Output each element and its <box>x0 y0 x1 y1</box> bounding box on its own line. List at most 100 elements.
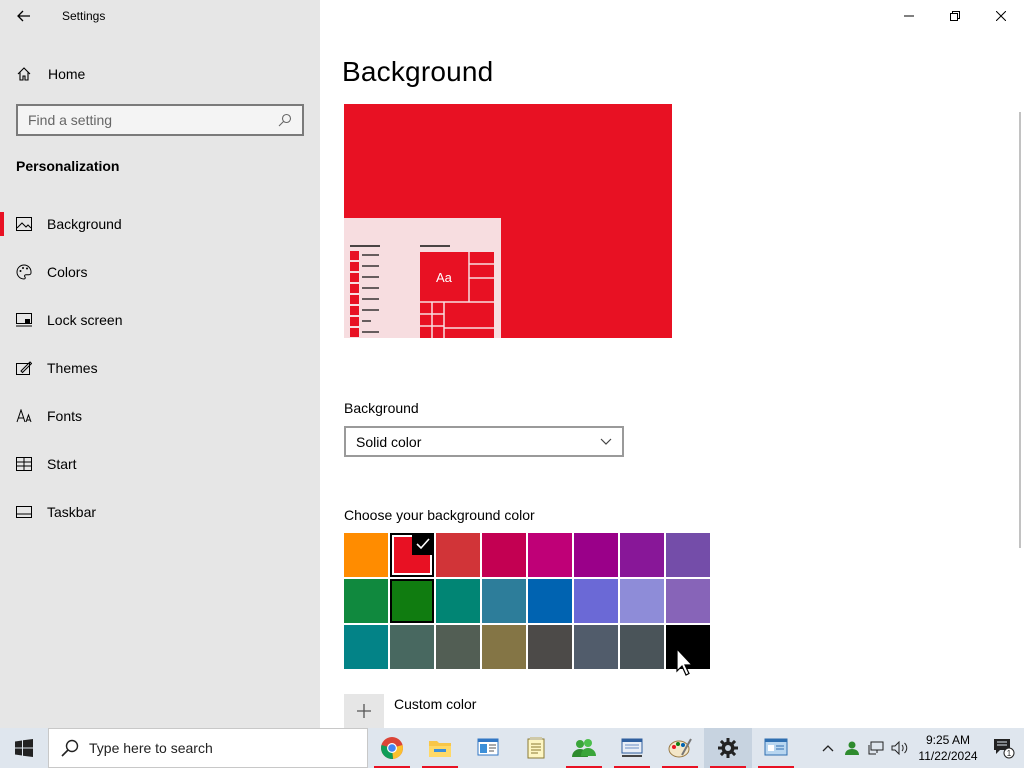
system-window-icon <box>764 738 788 756</box>
back-arrow-icon <box>17 10 30 22</box>
clock[interactable]: 9:25 AM 11/22/2024 <box>912 732 984 764</box>
network-icon <box>868 741 884 755</box>
preview-tile-text: Aa <box>436 270 453 285</box>
active-indicator <box>0 212 4 236</box>
sidebar-item-themes[interactable]: Themes <box>0 344 320 392</box>
volume-icon <box>891 741 908 755</box>
fonts-icon <box>0 409 47 423</box>
color-swatch[interactable] <box>390 579 434 623</box>
color-swatch[interactable] <box>344 579 388 623</box>
color-swatch[interactable] <box>666 533 710 577</box>
picture-icon <box>0 217 47 231</box>
find-setting-placeholder: Find a setting <box>28 112 113 128</box>
minimize-button[interactable] <box>886 0 932 32</box>
themes-icon <box>0 361 47 375</box>
color-swatch[interactable] <box>574 625 618 669</box>
color-swatch[interactable] <box>620 579 664 623</box>
sidebar-item-label: Fonts <box>47 408 83 424</box>
taskbar-app-notepad[interactable] <box>512 728 560 768</box>
sidebar-item-fonts[interactable]: Fonts <box>0 392 320 440</box>
sidebar-item-background[interactable]: Background <box>0 200 320 248</box>
taskbar-app-users[interactable] <box>560 728 608 768</box>
lock-screen-icon <box>0 313 47 327</box>
sidebar: Settings Home Find a setting Personaliza… <box>0 0 320 728</box>
close-icon <box>996 11 1006 21</box>
taskbar-search-placeholder: Type here to search <box>89 740 213 756</box>
clock-date: 11/22/2024 <box>918 749 978 763</box>
color-swatch[interactable] <box>574 533 618 577</box>
chevron-down-icon <box>600 438 612 445</box>
find-setting-input[interactable]: Find a setting <box>16 104 304 136</box>
taskbar-search-box[interactable]: Type here to search <box>48 728 368 768</box>
taskbar-app-system-window[interactable] <box>752 728 800 768</box>
color-swatch[interactable] <box>528 533 572 577</box>
taskbar-app-control-panel[interactable] <box>464 728 512 768</box>
restore-icon <box>950 11 960 21</box>
color-swatch[interactable] <box>344 625 388 669</box>
taskbar-app-paint[interactable] <box>656 728 704 768</box>
start-button[interactable] <box>0 728 48 768</box>
notepad-icon <box>527 737 545 759</box>
scrollbar[interactable] <box>1019 112 1021 548</box>
sidebar-item-taskbar[interactable]: Taskbar <box>0 488 320 536</box>
color-swatch[interactable] <box>574 579 618 623</box>
background-dropdown-label: Background <box>344 400 419 416</box>
tray-user-button[interactable] <box>840 728 864 768</box>
notification-icon: 1 <box>994 739 1015 759</box>
taskbar-app-settings[interactable] <box>704 728 752 768</box>
search-icon <box>61 739 79 757</box>
color-swatch[interactable] <box>436 533 480 577</box>
color-swatch[interactable] <box>436 579 480 623</box>
taskbar-app-network-window[interactable] <box>608 728 656 768</box>
color-swatch[interactable] <box>344 533 388 577</box>
taskbar-app-chrome[interactable] <box>368 728 416 768</box>
color-swatch[interactable] <box>620 625 664 669</box>
file-explorer-icon <box>429 741 451 757</box>
network-button[interactable] <box>864 728 888 768</box>
color-swatch[interactable] <box>528 625 572 669</box>
taskbar: Type here to search 9:25 AM 11/22/2024 1 <box>0 728 1024 768</box>
custom-color-button[interactable]: Custom color <box>344 694 476 728</box>
dropdown-value: Solid color <box>356 433 422 450</box>
section-heading: Personalization <box>16 158 120 174</box>
color-swatch[interactable] <box>436 625 480 669</box>
home-label: Home <box>48 66 86 82</box>
background-type-dropdown[interactable]: Solid color <box>344 426 624 457</box>
color-swatch[interactable] <box>482 579 526 623</box>
back-button[interactable] <box>10 4 38 28</box>
color-swatch[interactable] <box>390 533 434 577</box>
custom-color-label: Custom color <box>394 696 477 712</box>
sidebar-item-start[interactable]: Start <box>0 440 320 488</box>
volume-button[interactable] <box>888 728 912 768</box>
color-swatch[interactable] <box>620 533 664 577</box>
chrome-icon <box>381 737 403 760</box>
color-swatch[interactable] <box>482 533 526 577</box>
home-link[interactable]: Home <box>0 60 320 88</box>
color-swatch[interactable] <box>528 579 572 623</box>
sidebar-item-colors[interactable]: Colors <box>0 248 320 296</box>
paint-icon <box>668 738 692 758</box>
preview-window: Aa <box>344 218 501 338</box>
show-hidden-icons-button[interactable] <box>816 728 840 768</box>
color-swatch[interactable] <box>666 579 710 623</box>
start-icon <box>0 457 47 471</box>
page-title: Background <box>342 56 494 87</box>
palette-icon <box>0 264 47 280</box>
restore-button[interactable] <box>932 0 978 32</box>
color-picker-label: Choose your background color <box>344 507 535 523</box>
notification-count: 1 <box>1007 749 1012 758</box>
home-icon <box>0 66 48 82</box>
color-swatch[interactable] <box>482 625 526 669</box>
action-center-button[interactable]: 1 <box>984 737 1024 759</box>
chevron-up-icon <box>822 745 834 752</box>
color-swatch-grid <box>344 533 712 669</box>
settings-gear-icon <box>718 738 738 758</box>
close-button[interactable] <box>978 0 1024 32</box>
color-swatch[interactable] <box>390 625 434 669</box>
sidebar-item-lock-screen[interactable]: Lock screen <box>0 296 320 344</box>
search-icon <box>278 113 292 127</box>
taskbar-app-file-explorer[interactable] <box>416 728 464 768</box>
checkmark-icon <box>412 533 434 555</box>
clock-time: 9:25 AM <box>925 733 971 747</box>
users-icon <box>572 739 596 757</box>
